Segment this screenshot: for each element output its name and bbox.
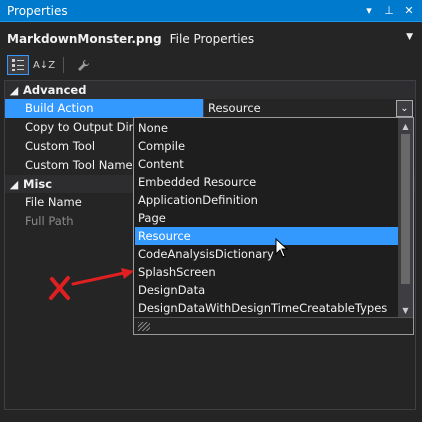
window-position-icon[interactable]: ▾ [362, 4, 376, 18]
category-label: Misc [23, 177, 53, 191]
collapse-icon[interactable]: ◢ [5, 84, 23, 97]
scroll-up-icon[interactable]: ▲ [398, 119, 413, 133]
dropdown-option[interactable]: ApplicationDefinition [135, 191, 398, 209]
object-selector[interactable]: MarkdownMonster.png File Properties ▼ [0, 28, 422, 50]
red-x-mark-icon [49, 276, 70, 300]
dropdown-option[interactable]: DesignDataWithDesignTimeCreatableTypes [135, 299, 398, 317]
properties-title-bar: Properties ▾ ⊥ ✕ [0, 0, 422, 22]
scroll-down-icon[interactable]: ▼ [398, 303, 413, 317]
category-label: Advanced [23, 83, 87, 97]
resize-grip[interactable] [134, 317, 413, 334]
toolbar-separator [63, 57, 64, 73]
build-action-dropdown-list[interactable]: None Compile Content Embedded Resource A… [133, 117, 414, 335]
dropdown-option[interactable]: Embedded Resource [135, 173, 398, 191]
dropdown-option[interactable]: Page [135, 209, 398, 227]
dropdown-button[interactable]: ⌄ [396, 100, 413, 117]
dropdown-option[interactable]: CodeAnalysisDictionary [135, 245, 398, 263]
property-row-build-action[interactable]: Build Action Resource ⌄ [5, 99, 415, 118]
resize-grip-icon[interactable] [138, 322, 150, 331]
property-value[interactable]: Resource [204, 99, 415, 118]
pin-icon[interactable]: ⊥ [382, 4, 396, 18]
dropdown-option[interactable]: SplashScreen [135, 263, 398, 281]
object-kind: File Properties [169, 32, 255, 46]
dropdown-option[interactable]: DesignData [135, 281, 398, 299]
categorized-icon[interactable] [7, 55, 29, 75]
object-name: MarkdownMonster.png [7, 32, 162, 46]
chevron-down-icon[interactable]: ▼ [406, 32, 413, 42]
dropdown-option-selected[interactable]: Resource [135, 227, 398, 245]
panel-title: Properties [7, 3, 68, 18]
dropdown-option[interactable]: None [135, 119, 398, 137]
dropdown-option[interactable]: Content [135, 155, 398, 173]
close-icon[interactable]: ✕ [402, 4, 416, 18]
property-name: Build Action [5, 99, 204, 118]
wrench-icon[interactable] [72, 55, 94, 75]
red-arrow-icon [71, 268, 134, 286]
properties-toolbar: A↓Z [0, 52, 422, 78]
scrollbar-thumb[interactable] [401, 134, 410, 284]
category-advanced[interactable]: ◢ Advanced [5, 81, 415, 99]
alphabetical-sort-icon[interactable]: A↓Z [33, 55, 55, 75]
mouse-cursor-icon [275, 238, 289, 258]
dropdown-scrollbar[interactable]: ▲ ▼ [398, 118, 413, 318]
dropdown-option[interactable]: Compile [135, 137, 398, 155]
collapse-icon[interactable]: ◢ [5, 178, 23, 191]
